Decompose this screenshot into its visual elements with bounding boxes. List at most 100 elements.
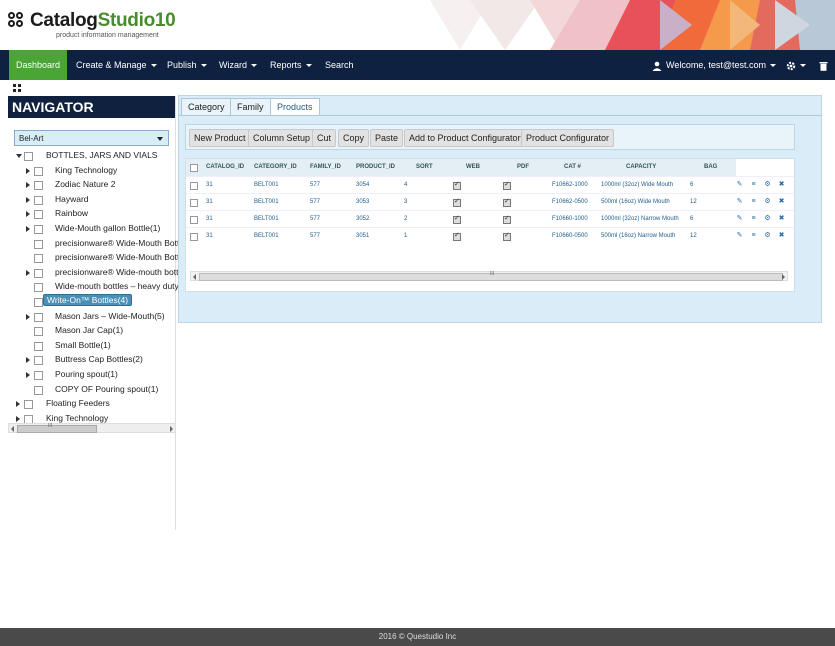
col-web[interactable]: WEB bbox=[466, 164, 480, 170]
expand-right-icon[interactable] bbox=[26, 182, 30, 189]
nav-reports[interactable]: Reports bbox=[270, 50, 312, 80]
web-checkbox[interactable] bbox=[453, 231, 461, 241]
tree-node[interactable]: precisionware® Wide-mouth bott bbox=[8, 266, 178, 280]
table-row[interactable]: 31 BELT001 577 3054 4 F10662-1000 1000ml (32oz… bbox=[186, 176, 794, 194]
grid-scroll-thumb[interactable]: III bbox=[199, 271, 783, 281]
delete-icon[interactable]: ✖ bbox=[778, 215, 785, 222]
expand-right-icon[interactable] bbox=[26, 372, 30, 378]
cut-button[interactable]: Cut bbox=[312, 129, 337, 147]
expand-right-icon[interactable] bbox=[26, 211, 30, 218]
table-row[interactable]: 31 BELT001 577 3052 2 F10660-1000 1000ml (32oz… bbox=[186, 210, 794, 228]
tab-category[interactable]: Category bbox=[181, 98, 232, 115]
list-icon[interactable]: ≡ bbox=[750, 215, 757, 222]
pdf-checkbox[interactable] bbox=[503, 180, 511, 190]
scroll-right-icon[interactable] bbox=[170, 426, 173, 432]
list-icon[interactable]: ≡ bbox=[750, 198, 757, 205]
expand-right-icon[interactable] bbox=[16, 415, 20, 422]
col-category-id[interactable]: CATEGORY_ID bbox=[254, 164, 297, 170]
expand-right-icon[interactable] bbox=[16, 401, 20, 408]
expand-right-icon[interactable] bbox=[26, 269, 30, 276]
tree-node[interactable]: Write-On™ Bottles(4) bbox=[8, 294, 176, 309]
tree-checkbox[interactable] bbox=[34, 225, 43, 234]
col-pdf[interactable]: PDF bbox=[517, 164, 529, 170]
settings-menu[interactable] bbox=[786, 50, 806, 80]
expand-right-icon[interactable] bbox=[26, 313, 30, 320]
tree-node[interactable]: precisionware® Wide-Mouth Bott bbox=[8, 237, 179, 251]
col-family-id[interactable]: FAMILY_ID bbox=[310, 164, 341, 170]
add-to-configurator-button[interactable]: Add to Product Configurator bbox=[404, 129, 526, 147]
row-checkbox[interactable] bbox=[190, 182, 198, 190]
tree-node[interactable]: Buttress Cap Bottles(2) bbox=[8, 353, 176, 367]
tree-node[interactable]: Floating Feeders bbox=[8, 397, 176, 411]
tree-checkbox[interactable] bbox=[34, 312, 43, 322]
tab-family[interactable]: Family bbox=[230, 98, 271, 115]
col-capacity[interactable]: CAPACITY bbox=[626, 164, 656, 170]
grid-view-icon[interactable] bbox=[13, 84, 21, 92]
delete-icon[interactable]: ✖ bbox=[778, 181, 785, 188]
expand-right-icon[interactable] bbox=[26, 357, 30, 364]
web-checkbox[interactable] bbox=[453, 197, 461, 207]
tree-node[interactable]: Zodiac Nature 2 bbox=[8, 178, 176, 192]
cell-cat[interactable]: F10662-0500 bbox=[552, 199, 588, 205]
tree-checkbox[interactable] bbox=[34, 283, 43, 293]
row-checkbox[interactable] bbox=[190, 216, 198, 224]
tree-checkbox[interactable] bbox=[34, 195, 43, 205]
tree-checkbox[interactable] bbox=[34, 166, 43, 176]
nav-dashboard[interactable]: Dashboard bbox=[9, 50, 67, 80]
settings-icon[interactable]: ⚙ bbox=[764, 232, 771, 239]
tree-scrollbar[interactable]: III bbox=[8, 423, 176, 433]
expand-right-icon[interactable] bbox=[26, 167, 30, 174]
tree-checkbox[interactable] bbox=[34, 239, 43, 249]
tree-checkbox[interactable] bbox=[34, 298, 43, 307]
tab-products[interactable]: Products bbox=[270, 98, 320, 115]
row-checkbox[interactable] bbox=[190, 233, 198, 241]
col-sort[interactable]: SORT bbox=[416, 164, 433, 170]
copy-button[interactable]: Copy bbox=[338, 129, 370, 147]
tree-node[interactable]: Rainbow bbox=[8, 207, 176, 221]
list-icon[interactable]: ≡ bbox=[750, 181, 757, 188]
tree-node[interactable]: King Technology bbox=[8, 164, 176, 178]
tree-scroll-thumb[interactable]: III bbox=[17, 423, 97, 433]
pdf-checkbox[interactable] bbox=[503, 214, 511, 224]
tree-node[interactable]: BOTTLES, JARS AND VIALS bbox=[8, 149, 176, 163]
tree-checkbox[interactable] bbox=[34, 210, 43, 220]
catalog-select[interactable]: Bel-Art bbox=[14, 130, 169, 146]
tree-checkbox[interactable] bbox=[34, 356, 43, 366]
tree-checkbox[interactable] bbox=[34, 385, 43, 395]
list-icon[interactable]: ≡ bbox=[750, 232, 757, 239]
settings-icon[interactable]: ⚙ bbox=[764, 215, 771, 222]
tree-checkbox[interactable] bbox=[34, 254, 43, 264]
nav-search[interactable]: Search bbox=[325, 50, 354, 80]
tree-node[interactable]: Small Bottle(1) bbox=[8, 339, 176, 353]
nav-publish[interactable]: Publish bbox=[167, 50, 207, 80]
tree-node[interactable]: Pouring spout(1) bbox=[8, 368, 176, 382]
cell-cat[interactable]: F10660-1000 bbox=[552, 216, 588, 222]
scroll-right-icon[interactable] bbox=[782, 274, 785, 280]
col-catalog-id[interactable]: CATALOG_ID bbox=[206, 164, 244, 170]
tree-checkbox[interactable] bbox=[24, 152, 33, 161]
tree-node[interactable]: COPY OF Pouring spout(1) bbox=[8, 383, 176, 397]
pdf-checkbox[interactable] bbox=[503, 231, 511, 241]
edit-icon[interactable]: ✎ bbox=[736, 181, 743, 188]
tree-checkbox[interactable] bbox=[34, 181, 43, 191]
trash-button[interactable] bbox=[819, 50, 828, 80]
edit-icon[interactable]: ✎ bbox=[736, 232, 743, 239]
edit-icon[interactable]: ✎ bbox=[736, 198, 743, 205]
col-product-id[interactable]: PRODUCT_ID bbox=[356, 164, 395, 170]
col-bag[interactable]: BAG bbox=[704, 164, 717, 170]
nav-create-manage[interactable]: Create & Manage bbox=[76, 50, 157, 80]
settings-icon[interactable]: ⚙ bbox=[764, 181, 771, 188]
tree-node[interactable]: precisionware® Wide-Mouth Bott bbox=[8, 251, 179, 265]
tree-node[interactable]: Wide-Mouth gallon Bottle(1) bbox=[8, 222, 176, 236]
tree-checkbox[interactable] bbox=[34, 341, 43, 351]
tree-checkbox[interactable] bbox=[24, 400, 33, 410]
settings-icon[interactable]: ⚙ bbox=[764, 198, 771, 205]
tree-node[interactable]: Hayward bbox=[8, 193, 176, 207]
delete-icon[interactable]: ✖ bbox=[778, 232, 785, 239]
column-setup-button[interactable]: Column Setup bbox=[248, 129, 316, 147]
tree-checkbox[interactable] bbox=[34, 371, 43, 380]
pdf-checkbox[interactable] bbox=[503, 197, 511, 207]
cell-cat[interactable]: F10660-0500 bbox=[552, 233, 588, 239]
table-row[interactable]: 31 BELT001 577 3053 3 F10662-0500 500ml (16oz)… bbox=[186, 193, 794, 211]
expand-right-icon[interactable] bbox=[26, 196, 30, 203]
